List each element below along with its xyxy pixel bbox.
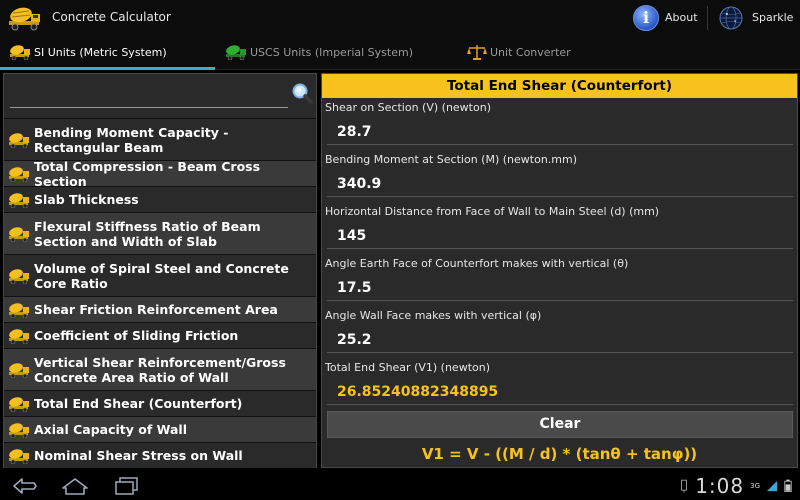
clear-button[interactable]: Clear xyxy=(327,411,793,438)
back-icon[interactable] xyxy=(10,475,40,497)
truck-icon xyxy=(8,396,30,412)
field-label-distance: Horizontal Distance from Face of Wall to… xyxy=(325,205,660,218)
calculator-list-panel: Bending Moment Capacity - Rectangular Be… xyxy=(3,73,317,468)
shear-input[interactable] xyxy=(327,119,793,145)
about-button[interactable]: About xyxy=(665,11,698,24)
list-item-label: Total End Shear (Counterfort) xyxy=(34,396,243,411)
list-item-label: Vertical Shear Reinforcement/Gross Concr… xyxy=(34,354,286,385)
field-label-moment: Bending Moment at Section (M) (newton.mm… xyxy=(325,153,578,166)
status-area: 1:08 3G xyxy=(679,474,792,498)
sparkle-button[interactable]: Sparkle xyxy=(752,11,793,24)
system-nav-bar: 1:08 3G xyxy=(0,472,800,500)
recent-apps-icon[interactable] xyxy=(112,475,142,497)
signal-type: 3G xyxy=(750,482,760,490)
search-icon[interactable] xyxy=(291,82,313,104)
formula-text: V1 = V - ((M / d) * (tanθ + tanφ)) xyxy=(421,445,698,463)
field-label-theta: Angle Earth Face of Counterfort makes wi… xyxy=(325,257,629,270)
truck-icon xyxy=(8,422,30,438)
list-item[interactable]: Vertical Shear Reinforcement/Gross Concr… xyxy=(4,348,316,390)
field-label-result: Total End Shear (V1) (newton) xyxy=(325,361,491,374)
theta-input[interactable] xyxy=(327,275,793,301)
truck-icon xyxy=(8,192,30,208)
tab-label: USCS Units (Imperial System) xyxy=(250,46,413,59)
truck-icon xyxy=(8,302,30,318)
calculator-title: Total End Shear (Counterfort) xyxy=(322,74,797,98)
field-label-phi: Angle Wall Face makes with vertical (φ) xyxy=(325,309,542,322)
info-icon[interactable]: i xyxy=(633,5,659,31)
list-item[interactable]: Axial Capacity of Wall xyxy=(4,416,316,442)
truck-icon xyxy=(8,448,30,464)
truck-icon xyxy=(8,362,30,378)
tab-unit-converter[interactable]: Unit Converter xyxy=(462,36,677,70)
list-item[interactable]: Slab Thickness xyxy=(4,186,316,212)
notification-icon[interactable] xyxy=(679,478,689,494)
list-item-label: Axial Capacity of Wall xyxy=(34,422,187,437)
list-item-label: Slab Thickness xyxy=(34,192,139,207)
app-title: Concrete Calculator xyxy=(52,10,171,24)
action-divider xyxy=(707,6,708,30)
list-item-label: Volume of Spiral Steel and Concrete Core… xyxy=(34,260,289,291)
truck-icon xyxy=(8,132,30,148)
action-bar: Concrete Calculator i About Sparkle xyxy=(0,0,800,36)
list-item[interactable]: Nominal Shear Stress on Wall xyxy=(4,442,316,468)
list-item[interactable]: Total Compression - Beam Cross Section xyxy=(4,158,316,189)
calculator-form-panel: Total End Shear (Counterfort) Shear on S… xyxy=(321,73,798,468)
list-item[interactable]: Coefficient of Sliding Friction xyxy=(4,322,316,348)
tab-bar: SI Units (Metric System) USCS Units (Imp… xyxy=(0,36,800,70)
list-item-label: Total Compression - Beam Cross Section xyxy=(34,158,261,189)
signal-icon xyxy=(766,480,778,492)
home-icon[interactable] xyxy=(60,475,90,497)
tab-si-units[interactable]: SI Units (Metric System) xyxy=(0,36,215,70)
selected-tab-indicator xyxy=(0,67,215,70)
concrete-truck-icon[interactable] xyxy=(8,5,42,31)
phi-input[interactable] xyxy=(327,327,793,353)
truck-icon xyxy=(10,45,30,60)
battery-icon xyxy=(784,479,792,493)
distance-input[interactable] xyxy=(327,223,793,249)
list-item[interactable]: Volume of Spiral Steel and Concrete Core… xyxy=(4,254,316,296)
truck-icon xyxy=(8,268,30,284)
list-item[interactable]: Bending Moment Capacity - Rectangular Be… xyxy=(4,118,316,160)
list-item[interactable]: Total End Shear (Counterfort) xyxy=(4,390,316,416)
truck-icon xyxy=(226,45,246,60)
list-item-label: Shear Friction Reinforcement Area xyxy=(34,302,278,317)
scale-icon xyxy=(467,45,487,60)
tab-label: Unit Converter xyxy=(490,46,571,59)
result-output xyxy=(327,379,793,405)
search-input[interactable] xyxy=(10,82,288,108)
calculator-list: Bending Moment Capacity - Rectangular Be… xyxy=(4,118,316,468)
truck-icon xyxy=(8,328,30,344)
field-label-shear: Shear on Section (V) (newton) xyxy=(325,101,491,114)
list-item-label: Nominal Shear Stress on Wall xyxy=(34,448,243,463)
truck-icon xyxy=(8,226,30,242)
truck-icon xyxy=(8,166,30,182)
list-item-label: Coefficient of Sliding Friction xyxy=(34,328,239,343)
tab-label: SI Units (Metric System) xyxy=(34,46,167,59)
search-bar xyxy=(10,78,313,112)
sparkle-globe-icon[interactable] xyxy=(717,5,745,31)
clock: 1:08 xyxy=(695,474,745,498)
list-item[interactable]: Flexural Stiffness Ratio of Beam Section… xyxy=(4,212,316,254)
list-item[interactable]: Shear Friction Reinforcement Area xyxy=(4,296,316,322)
list-item-label: Flexural Stiffness Ratio of Beam Section… xyxy=(34,218,261,249)
list-item-label: Bending Moment Capacity - Rectangular Be… xyxy=(34,124,229,155)
tab-uscs-units[interactable]: USCS Units (Imperial System) xyxy=(222,36,437,70)
moment-input[interactable] xyxy=(327,171,793,197)
